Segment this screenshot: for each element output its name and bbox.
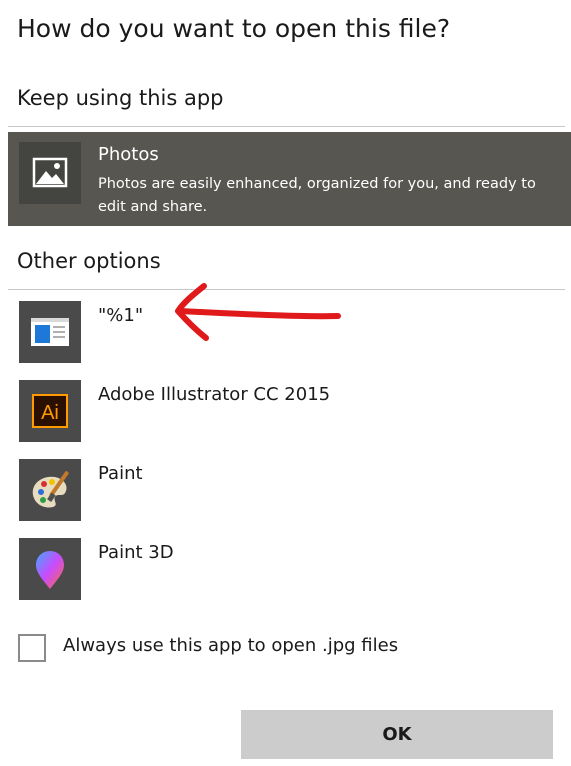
paint-3d-icon	[19, 538, 81, 600]
red-arrow-annotation	[175, 283, 341, 341]
app-name: "%1"	[98, 305, 144, 326]
app-option-paint[interactable]: Paint	[8, 455, 571, 521]
app-name: Photos	[98, 144, 159, 165]
illustrator-icon-text: Ai	[41, 402, 59, 424]
ok-button[interactable]: OK	[241, 710, 553, 759]
always-use-option[interactable]: Always use this app to open .jpg files	[18, 634, 558, 664]
app-name: Paint	[98, 463, 143, 484]
dialog-title: How do you want to open this file?	[17, 14, 451, 43]
app-option-paint-3d[interactable]: Paint 3D	[8, 534, 571, 600]
always-use-checkbox[interactable]	[18, 634, 46, 662]
app-name: Adobe Illustrator CC 2015	[98, 384, 331, 405]
app-description: Photos are easily enhanced, organized fo…	[98, 176, 536, 215]
divider	[8, 126, 565, 127]
other-options-heading: Other options	[17, 249, 161, 273]
illustrator-icon: Ai	[19, 380, 81, 442]
app-option-illustrator[interactable]: Ai Adobe Illustrator CC 2015	[8, 376, 571, 442]
app-option-photos[interactable]: Photos Photos are easily enhanced, organ…	[8, 132, 571, 226]
always-use-label[interactable]: Always use this app to open .jpg files	[63, 635, 398, 656]
keep-using-heading: Keep using this app	[17, 86, 224, 110]
app-name: Paint 3D	[98, 542, 174, 563]
paint-palette-icon	[19, 459, 81, 521]
photos-icon	[19, 142, 81, 204]
generic-app-icon	[19, 301, 81, 363]
